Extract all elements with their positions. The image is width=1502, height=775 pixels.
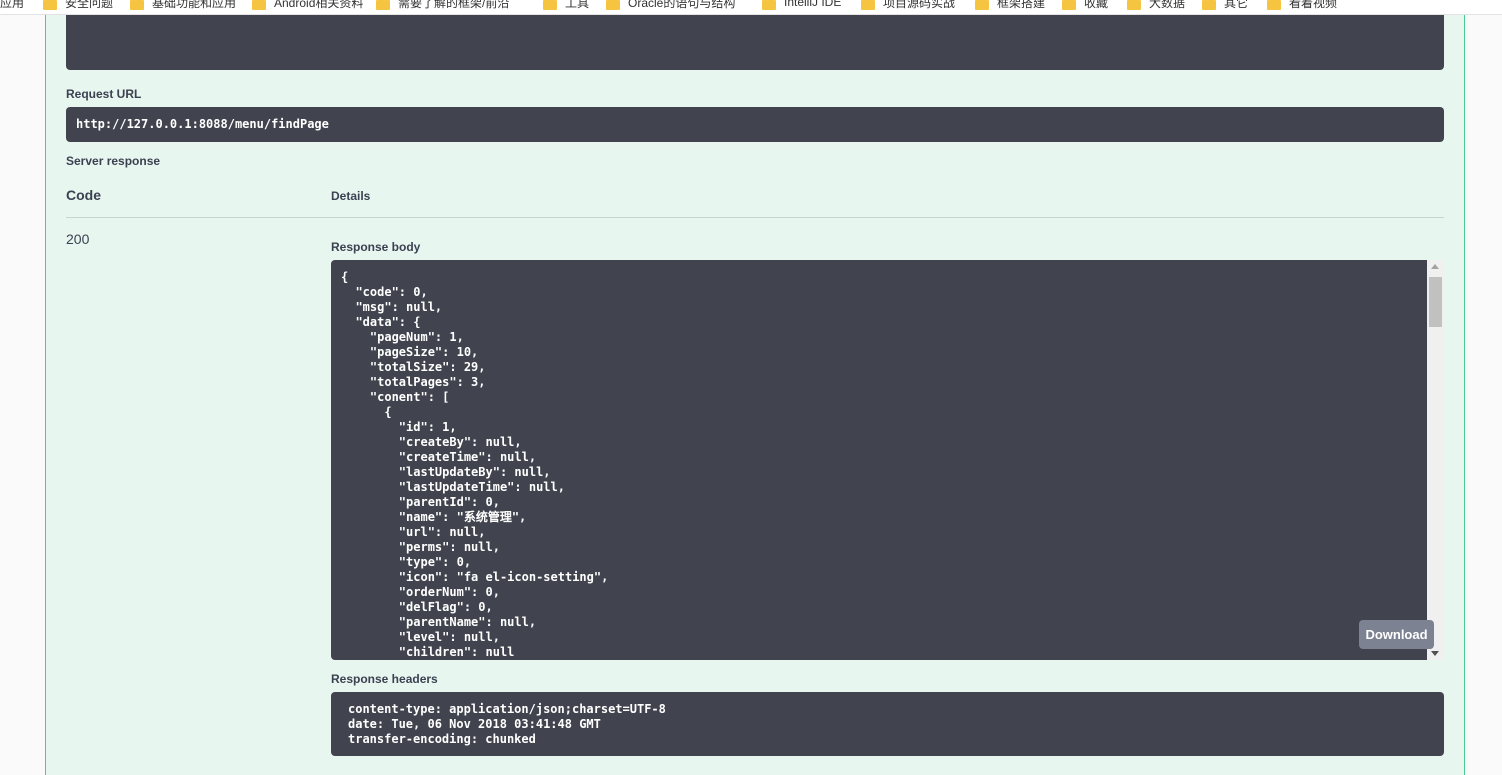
response-body-box[interactable]: { "code": 0, "msg": null, "data": { "pag… — [331, 260, 1444, 660]
operation-block: Request URL http://127.0.0.1:8088/menu/f… — [45, 15, 1465, 775]
bookmark-folder[interactable]: 安全问题 — [43, 0, 113, 11]
bookmark-label: 框架搭建 — [997, 0, 1046, 10]
bookmark-folder[interactable]: 大数据 — [1127, 0, 1185, 11]
code-column-header: Code — [66, 187, 101, 203]
folder-icon — [252, 0, 266, 10]
bookmarks-bar: 应用 安全问题 基础功能和应用 Android相关资料 需要了解的框架/前沿 工… — [0, 0, 1502, 15]
bookmark-label: 看着视频 — [1289, 0, 1338, 10]
download-button[interactable]: Download — [1359, 620, 1434, 649]
scroll-down-arrow-icon[interactable] — [1431, 651, 1439, 656]
request-url-label: Request URL — [66, 87, 142, 101]
response-body-scrollbar[interactable] — [1427, 260, 1444, 660]
scroll-thumb[interactable] — [1429, 277, 1442, 327]
bookmark-label: 收藏 — [1084, 0, 1109, 10]
bookmark-folder[interactable]: 框架搭建 — [975, 0, 1045, 11]
bookmark-label: 其它 — [1224, 0, 1249, 10]
folder-icon — [1127, 0, 1141, 10]
bookmark-label: 基础功能和应用 — [152, 0, 237, 10]
bookmark-folder[interactable]: 工具 — [543, 0, 589, 11]
folder-icon — [1267, 0, 1281, 10]
response-headers-box: content-type: application/json;charset=U… — [331, 692, 1444, 756]
bookmark-folder[interactable]: 其它 — [1202, 0, 1248, 11]
scroll-up-arrow-icon[interactable] — [1431, 264, 1439, 269]
bookmark-label: 需要了解的框架/前沿 — [398, 0, 510, 10]
response-body-label: Response body — [331, 240, 421, 254]
server-response-label: Server response — [66, 154, 161, 168]
response-status-code: 200 — [66, 231, 90, 247]
folder-icon — [543, 0, 557, 10]
folder-icon — [43, 0, 57, 10]
bookmark-label: Oracle的语句与结构 — [628, 0, 736, 10]
bookmark-folder[interactable]: Android相关资料 — [252, 0, 363, 11]
folder-icon — [130, 0, 144, 10]
request-url-value: http://127.0.0.1:8088/menu/findPage — [66, 107, 1444, 142]
bookmark-folder[interactable]: 基础功能和应用 — [130, 0, 236, 11]
curl-command-box — [66, 15, 1444, 70]
bookmark-label: 安全问题 — [65, 0, 114, 10]
bookmark-folder[interactable]: Oracle的语句与结构 — [606, 0, 735, 11]
bookmark-label: Android相关资料 — [274, 0, 364, 10]
folder-icon — [1062, 0, 1076, 10]
bookmark-label: 大数据 — [1149, 0, 1186, 10]
folder-icon — [376, 0, 390, 10]
response-headers-label: Response headers — [331, 672, 438, 686]
folder-icon — [975, 0, 989, 10]
folder-icon — [762, 0, 776, 10]
bookmark-label: IntelliJ IDE — [784, 0, 842, 9]
folder-icon — [861, 0, 875, 10]
table-divider — [66, 217, 1444, 218]
bookmark-label: 项目源码实战 — [883, 0, 956, 10]
bookmark-label: 应用 — [0, 0, 25, 10]
bookmark-folder[interactable]: 需要了解的框架/前沿 — [376, 0, 509, 11]
bookmark-folder[interactable]: IntelliJ IDE — [762, 0, 841, 11]
bookmark-label: 工具 — [565, 0, 590, 10]
bookmark-folder[interactable]: 看着视频 — [1267, 0, 1337, 11]
details-column-header: Details — [331, 189, 371, 203]
response-body-json: { "code": 0, "msg": null, "data": { "pag… — [341, 270, 609, 659]
bookmark-folder[interactable]: 项目源码实战 — [861, 0, 955, 11]
bookmark-apps[interactable]: 应用 — [0, 0, 24, 11]
folder-icon — [1202, 0, 1216, 10]
folder-icon — [606, 0, 620, 10]
bookmark-folder[interactable]: 收藏 — [1062, 0, 1108, 11]
